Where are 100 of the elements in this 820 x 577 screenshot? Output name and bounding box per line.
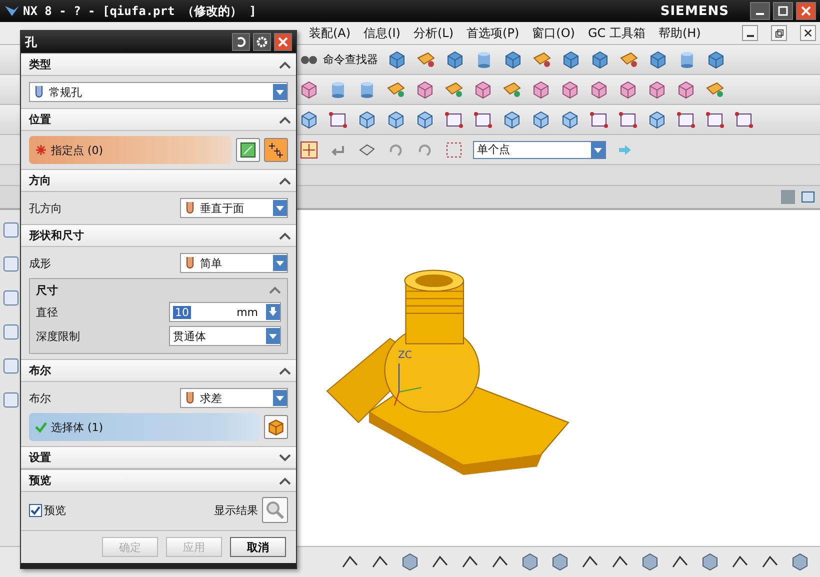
field-label: 孔方向 <box>29 200 63 216</box>
resource-tab-icon[interactable] <box>1 288 21 308</box>
close-icon <box>801 6 811 16</box>
settings-button[interactable] <box>253 33 271 51</box>
minimize-button[interactable] <box>742 25 758 41</box>
close-button[interactable] <box>800 25 816 41</box>
menu-item[interactable]: 装配(A) <box>309 24 351 42</box>
section-header[interactable]: 位置 <box>21 108 296 131</box>
section-title: 尺寸 <box>36 282 58 298</box>
chevron-icon <box>269 286 281 294</box>
settings-icon <box>256 36 268 48</box>
sheet-icon[interactable] <box>473 110 493 130</box>
command-finder-button[interactable]: 命令查找器 <box>299 52 378 68</box>
resource-tab-icon[interactable] <box>1 390 21 410</box>
resource-tab-icon[interactable] <box>1 356 21 376</box>
chevron-icon <box>279 232 291 240</box>
sheet-icon[interactable] <box>444 80 464 100</box>
sheet-icon[interactable] <box>676 110 696 130</box>
section-header[interactable]: 形状和尺寸 <box>21 224 296 247</box>
section-title: 位置 <box>29 112 51 127</box>
window-view-icon[interactable] <box>800 189 816 205</box>
plus-points-icon <box>268 142 284 158</box>
chevron-icon <box>279 176 291 184</box>
sheet-icon[interactable] <box>416 50 436 70</box>
brand-name: SIEMENS <box>660 4 729 18</box>
dialog-button[interactable]: 取消 <box>230 537 286 557</box>
close-icon <box>804 28 812 38</box>
chevron-icon <box>279 476 291 484</box>
marquee-icon[interactable] <box>444 140 464 160</box>
menu-item[interactable]: 窗口(O) <box>532 24 575 42</box>
axis-label: ZC <box>398 350 412 361</box>
subsection-header[interactable]: 尺寸 <box>36 281 281 299</box>
chevron-icon <box>279 454 291 462</box>
point-dialog-button[interactable] <box>236 138 260 162</box>
sheet-icon[interactable] <box>589 110 609 130</box>
sheet-icon[interactable] <box>328 110 348 130</box>
selection-prompt: 指定点 (0) <box>51 142 104 158</box>
sheet-icon[interactable] <box>386 80 406 100</box>
type-dropdown[interactable]: 常规孔 <box>29 82 288 102</box>
selection-filter-dropdown[interactable]: 单个点 <box>473 140 606 158</box>
body-select-button[interactable] <box>264 415 288 439</box>
menu-item[interactable]: 信息(I) <box>364 24 400 42</box>
section-title: 类型 <box>29 57 51 72</box>
option-dropdown[interactable]: 垂直于面 <box>180 198 288 218</box>
option-icon <box>184 256 196 270</box>
section-title: 形状和尺寸 <box>29 228 84 243</box>
section-header[interactable]: 布尔 <box>21 359 296 382</box>
sheet-icon[interactable] <box>502 80 522 100</box>
menu-item[interactable]: GC 工具箱 <box>588 24 646 42</box>
minimize-icon <box>756 13 764 15</box>
selection-step-bar[interactable]: 选择体 (1) <box>29 413 260 441</box>
logo-icon <box>4 4 20 18</box>
chevron-icon <box>279 366 291 374</box>
option-icon <box>184 201 196 215</box>
field-label: 布尔 <box>29 390 52 406</box>
diameter-field[interactable]: 10 mm <box>169 302 281 322</box>
snap-point-icon[interactable] <box>299 140 319 160</box>
menu-item[interactable]: 首选项(P) <box>466 24 520 42</box>
sheet-icon[interactable] <box>444 110 464 130</box>
field-label: 直径 <box>36 304 59 320</box>
selection-step-bar[interactable]: 指定点 (0) <box>29 136 232 164</box>
search-button[interactable] <box>262 497 288 523</box>
option-dropdown[interactable]: 简单 <box>180 253 288 273</box>
reset-icon <box>235 36 247 48</box>
reset-button[interactable] <box>232 33 250 51</box>
chevron-icon <box>279 116 291 124</box>
show-result-label: 显示结果 <box>214 502 258 518</box>
sheet-icon[interactable] <box>619 50 639 70</box>
sheet-icon[interactable] <box>618 110 638 130</box>
search-icon <box>265 500 285 520</box>
point-select-button[interactable] <box>264 138 288 162</box>
section-header[interactable]: 设置 <box>21 446 296 469</box>
asterisk-icon <box>35 144 47 156</box>
minimize-button[interactable] <box>750 2 770 20</box>
sheet-icon[interactable] <box>532 50 552 70</box>
selection-prompt: 选择体 (1) <box>51 420 104 434</box>
preview-checkbox[interactable]: 预览 <box>29 502 66 518</box>
resource-tab-icon[interactable] <box>1 220 21 240</box>
chevron-icon <box>279 60 291 68</box>
option-dropdown[interactable]: 贯通体 <box>169 326 281 346</box>
field-label: 成形 <box>29 256 52 270</box>
section-header[interactable]: 类型 <box>21 53 296 76</box>
sheet-icon[interactable] <box>705 80 725 100</box>
checkbox-icon <box>29 504 42 516</box>
menu-item[interactable]: 帮助(H) <box>658 24 701 42</box>
dialog-title: 孔 <box>25 34 37 50</box>
sheet-icon[interactable] <box>734 110 754 130</box>
menu-item[interactable]: 分析(L) <box>413 24 454 42</box>
field-label: 深度限制 <box>36 328 81 344</box>
minimize-icon <box>746 35 754 37</box>
resource-tab-icon[interactable] <box>1 322 21 342</box>
option-icon <box>184 391 196 405</box>
resource-tab-icon[interactable] <box>1 254 21 274</box>
maximize-button[interactable] <box>773 2 793 20</box>
maximize-icon <box>778 6 788 16</box>
section-header[interactable]: 预览 <box>21 469 296 492</box>
sheet-icon[interactable] <box>705 110 725 130</box>
option-dropdown[interactable]: 求差 <box>180 388 288 408</box>
section-header[interactable]: 方向 <box>21 169 296 192</box>
restore-button[interactable] <box>771 25 787 41</box>
